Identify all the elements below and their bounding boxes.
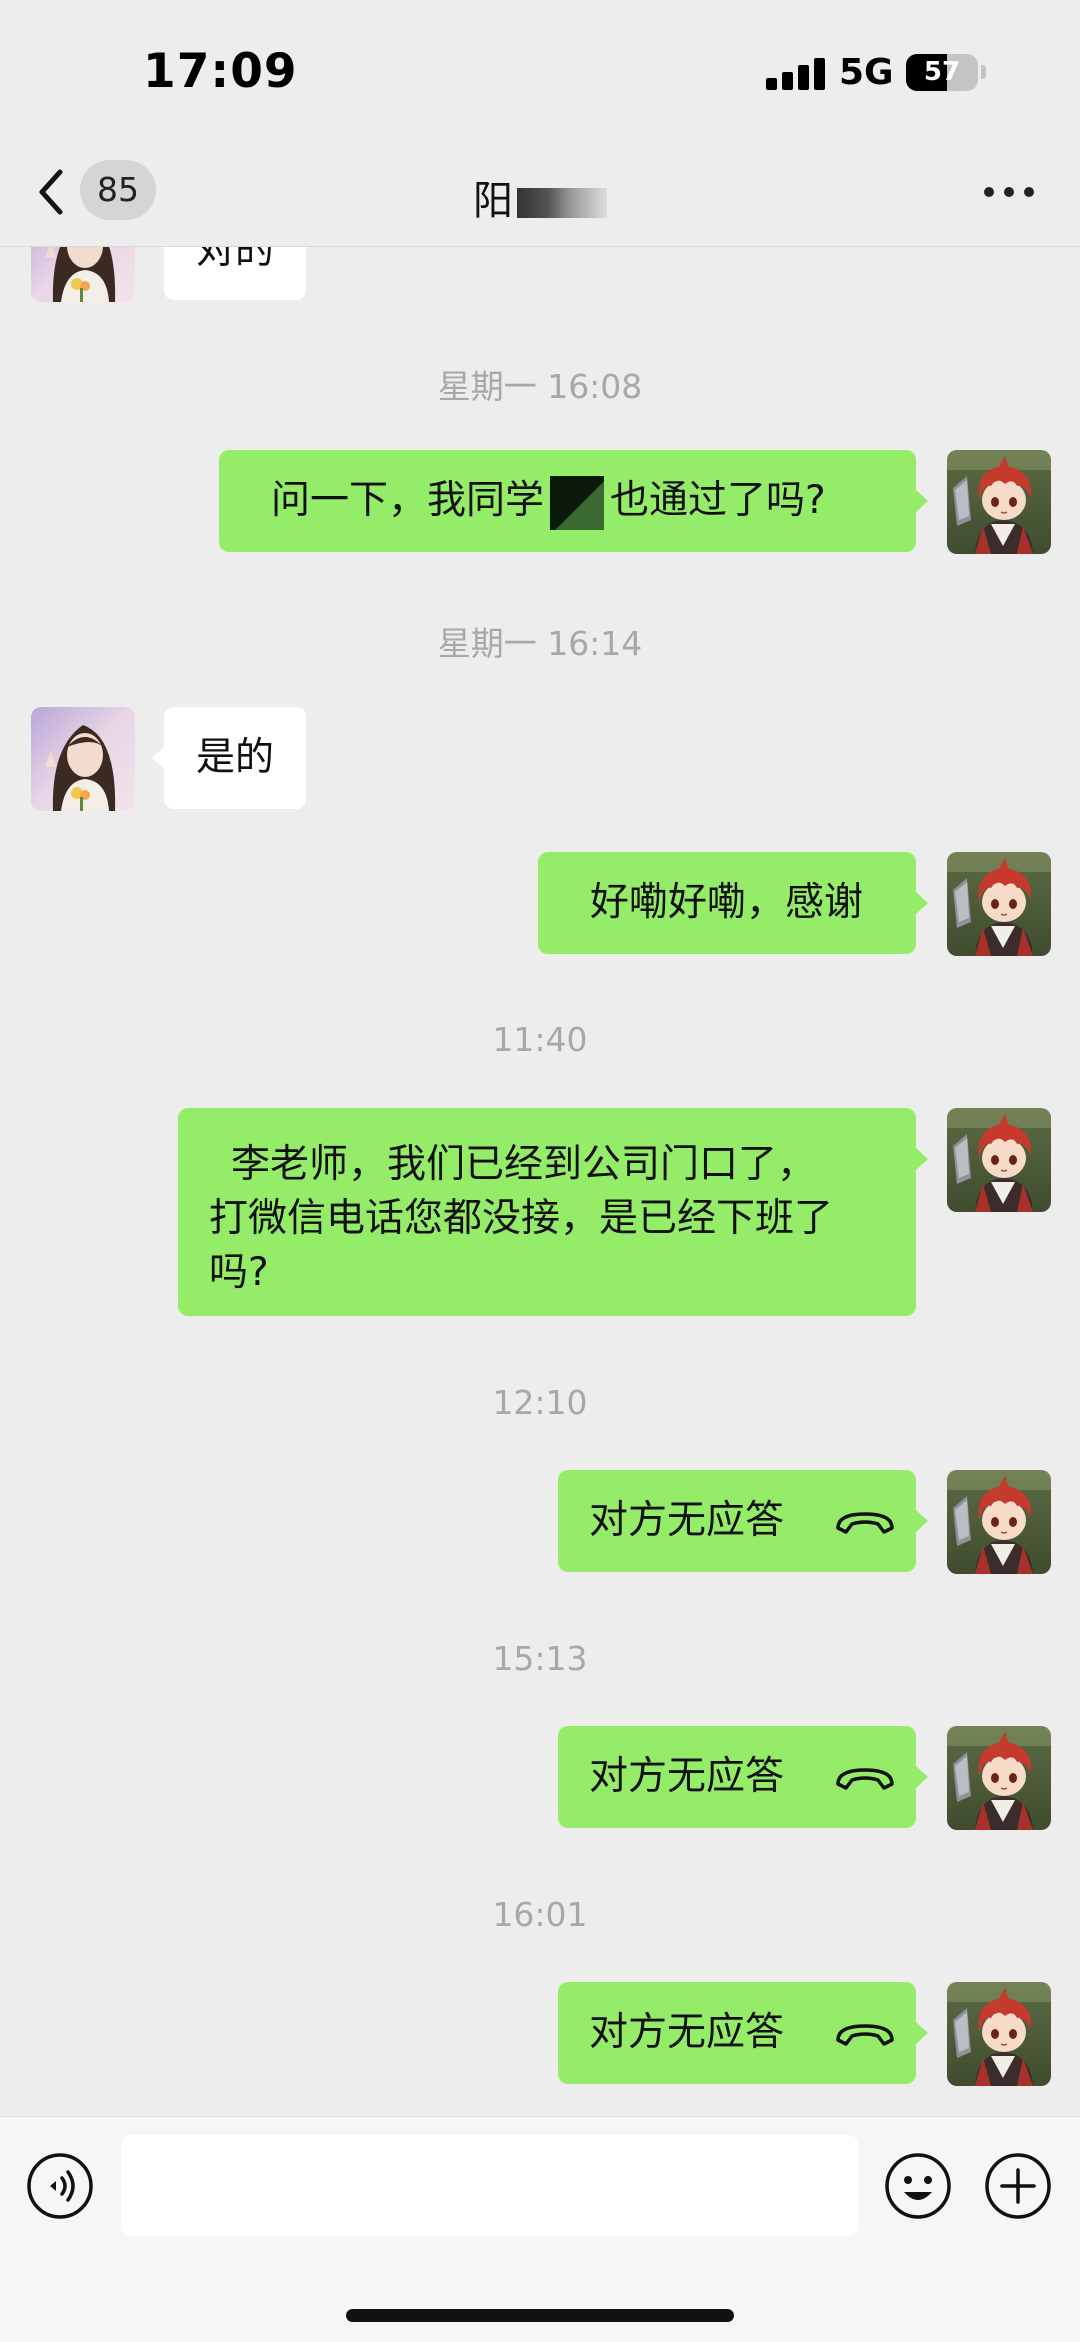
redacted-image <box>550 475 605 530</box>
message-line: 李老师，我们已经到公司门口了， <box>231 1142 817 1187</box>
chat-title[interactable]: 阳 <box>0 168 1080 226</box>
message-text: 对的 <box>196 247 275 273</box>
call-record-bubble[interactable]: 对方无应答 <box>558 1470 916 1572</box>
message-text-part: 也通过了吗? <box>610 478 826 523</box>
contact-avatar[interactable] <box>31 247 135 302</box>
incoming-message-bubble[interactable]: 对的 <box>164 247 307 300</box>
status-time: 17:09 <box>143 44 298 99</box>
outgoing-message-bubble[interactable]: 李老师，我们已经到公司门口了， 打微信电话您都没接，是已经下班了 吗? <box>178 1108 916 1316</box>
timestamp: 11:40 <box>492 1020 588 1059</box>
call-record-bubble[interactable]: 对方无应答 <box>558 1982 916 2084</box>
redacted-name <box>517 188 607 218</box>
phone-hangup-icon <box>836 1511 895 1534</box>
message-input[interactable] <box>121 2135 858 2236</box>
voice-icon <box>27 2153 93 2219</box>
bubble-tail <box>916 1510 928 1532</box>
message-text: 是的 <box>196 735 275 780</box>
emoji-icon <box>885 2153 951 2219</box>
message-line: 吗? <box>209 1250 269 1295</box>
my-avatar[interactable] <box>947 450 1051 554</box>
bubble-tail <box>916 490 928 512</box>
bubble-tail <box>916 2022 928 2044</box>
contact-avatar[interactable] <box>31 707 135 811</box>
call-status-text: 对方无应答 <box>589 1754 785 1799</box>
timestamp: 15:13 <box>492 1639 588 1678</box>
status-bar: 17:09 5G 57 <box>0 0 1080 140</box>
message-text-part: 问一下，我同学 <box>271 478 545 523</box>
message-text: 好嘞好嘞，感谢 <box>590 880 864 925</box>
timestamp: 星期一 16:08 <box>437 367 643 406</box>
my-avatar[interactable] <box>947 1726 1051 1830</box>
chat-title-text: 阳 <box>473 178 513 224</box>
phone-hangup-icon <box>836 1767 895 1790</box>
outgoing-message-bubble[interactable]: 好嘞好嘞，感谢 <box>538 852 916 954</box>
emoji-button[interactable] <box>884 2152 952 2224</box>
my-avatar[interactable] <box>947 852 1051 956</box>
message-row: 对的 <box>0 247 1080 307</box>
call-status-text: 对方无应答 <box>589 2010 785 2055</box>
call-record-bubble[interactable]: 对方无应答 <box>558 1726 916 1828</box>
voice-button[interactable] <box>26 2152 94 2224</box>
outgoing-message-bubble[interactable]: 问一下，我同学 也通过了吗? <box>219 450 916 552</box>
more-options-button[interactable] <box>984 187 1034 199</box>
home-indicator[interactable] <box>346 2309 734 2322</box>
bubble-tail <box>916 1766 928 1788</box>
add-button[interactable] <box>984 2152 1052 2224</box>
message-line: 打微信电话您都没接，是已经下班了 <box>209 1196 834 1241</box>
bubble-tail <box>152 747 164 769</box>
timestamp: 星期一 16:14 <box>437 624 643 663</box>
signal-icon <box>766 57 826 90</box>
my-avatar[interactable] <box>947 1108 1051 1212</box>
battery-tip <box>981 65 986 79</box>
chat-header: 85 阳 <box>0 140 1080 247</box>
battery-icon: 57 <box>906 54 978 91</box>
battery-level: 57 <box>923 57 961 87</box>
phone-hangup-icon <box>836 2023 895 2046</box>
plus-icon <box>985 2153 1051 2219</box>
call-status-text: 对方无应答 <box>589 1498 785 1543</box>
timestamp: 12:10 <box>492 1383 588 1422</box>
network-type: 5G <box>839 52 894 93</box>
bubble-tail <box>152 247 164 249</box>
incoming-message-bubble[interactable]: 是的 <box>164 707 307 809</box>
my-avatar[interactable] <box>947 1982 1051 2086</box>
bubble-tail <box>916 892 928 914</box>
my-avatar[interactable] <box>947 1470 1051 1574</box>
bubble-tail <box>916 1148 928 1170</box>
timestamp: 16:01 <box>492 1895 588 1934</box>
